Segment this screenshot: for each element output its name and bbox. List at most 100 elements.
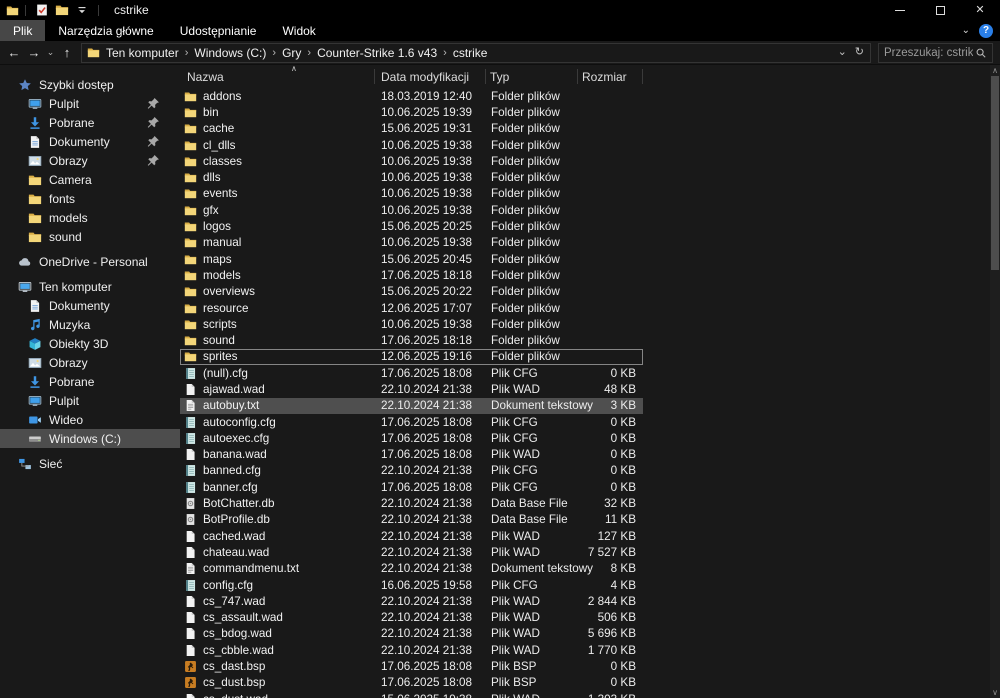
breadcrumb-segment[interactable]: Gry bbox=[280, 46, 303, 60]
file-size: 1 303 KB bbox=[578, 693, 643, 698]
tab-plik[interactable]: Plik bbox=[0, 20, 45, 41]
column-header-type[interactable]: Typ bbox=[486, 65, 578, 88]
file-row[interactable]: (null).cfg17.06.2025 18:08Plik CFG0 KB bbox=[180, 365, 643, 381]
back-button[interactable]: ← bbox=[4, 45, 24, 60]
sidebar-section-ten-komputer[interactable]: Ten komputer bbox=[0, 277, 180, 296]
file-row[interactable]: cs_assault.wad22.10.2024 21:38Plik WAD50… bbox=[180, 610, 643, 626]
file-row[interactable]: commandmenu.txt22.10.2024 21:38Dokument … bbox=[180, 561, 643, 577]
file-row[interactable]: ajawad.wad22.10.2024 21:38Plik WAD48 KB bbox=[180, 381, 643, 397]
file-row[interactable]: cs_747.wad22.10.2024 21:38Plik WAD2 844 … bbox=[180, 593, 643, 609]
qat-new-folder-button[interactable] bbox=[55, 3, 69, 17]
file-row[interactable]: classes10.06.2025 19:38Folder plików bbox=[180, 153, 643, 169]
file-row[interactable]: BotProfile.db22.10.2024 21:38Data Base F… bbox=[180, 512, 643, 528]
file-row[interactable]: models17.06.2025 18:18Folder plików bbox=[180, 267, 643, 283]
sidebar-item-obrazy[interactable]: Obrazy bbox=[0, 353, 180, 372]
file-date: 22.10.2024 21:38 bbox=[375, 530, 486, 543]
tab-widok[interactable]: Widok bbox=[269, 20, 328, 41]
file-row[interactable]: manual10.06.2025 19:38Folder plików bbox=[180, 235, 643, 251]
sidebar-item-obiekty-3d[interactable]: Obiekty 3D bbox=[0, 334, 180, 353]
sidebar-item-dokumenty[interactable]: Dokumenty bbox=[0, 296, 180, 315]
sidebar-item-windows-c-[interactable]: Windows (C:) bbox=[0, 429, 180, 448]
file-row[interactable]: banner.cfg17.06.2025 18:08Plik CFG0 KB bbox=[180, 479, 643, 495]
file-row[interactable]: sound17.06.2025 18:18Folder plików bbox=[180, 332, 643, 348]
sidebar-section-sie-[interactable]: Sieć bbox=[0, 454, 180, 473]
up-button[interactable]: ↑ bbox=[57, 45, 77, 60]
file-row[interactable]: cs_cbble.wad22.10.2024 21:38Plik WAD1 77… bbox=[180, 642, 643, 658]
refresh-icon[interactable]: ↻ bbox=[855, 47, 864, 58]
file-row[interactable]: cl_dlls10.06.2025 19:38Folder plików bbox=[180, 137, 643, 153]
search-box[interactable] bbox=[878, 43, 993, 63]
download-icon bbox=[28, 116, 42, 130]
file-row[interactable]: cached.wad22.10.2024 21:38Plik WAD127 KB bbox=[180, 528, 643, 544]
sidebar-item-sound[interactable]: sound bbox=[0, 227, 180, 246]
breadcrumb-segment[interactable]: Windows (C:) bbox=[192, 46, 268, 60]
sidebar-item-pulpit[interactable]: Pulpit bbox=[0, 391, 180, 410]
scroll-down-icon[interactable]: ∨ bbox=[990, 687, 1000, 698]
scrollbar-thumb[interactable] bbox=[991, 76, 999, 270]
column-header-date[interactable]: Data modyfikacji bbox=[375, 65, 486, 88]
maximize-button[interactable] bbox=[920, 0, 960, 20]
sidebar-item-fonts[interactable]: fonts bbox=[0, 189, 180, 208]
sidebar-item-wideo[interactable]: Wideo bbox=[0, 410, 180, 429]
breadcrumb-segment[interactable]: Ten komputer bbox=[104, 46, 181, 60]
breadcrumb-segment[interactable]: Counter-Strike 1.6 v43 bbox=[315, 46, 439, 60]
sidebar-item-obrazy[interactable]: Obrazy bbox=[0, 151, 180, 170]
forward-button[interactable]: → bbox=[24, 45, 44, 60]
help-icon[interactable]: ? bbox=[979, 24, 993, 38]
file-row[interactable]: dlls10.06.2025 19:38Folder plików bbox=[180, 169, 643, 185]
file-date: 15.06.2025 20:25 bbox=[375, 220, 486, 233]
sidebar-section-onedrive-personal[interactable]: OneDrive - Personal bbox=[0, 252, 180, 271]
breadcrumb-segment[interactable]: cstrike bbox=[451, 46, 490, 60]
file-row[interactable]: cs_dust.bsp17.06.2025 18:08Plik BSP0 KB bbox=[180, 675, 643, 691]
video-icon bbox=[28, 413, 42, 427]
recent-locations-icon[interactable]: ⌄ bbox=[44, 47, 57, 58]
file-row[interactable]: autoexec.cfg17.06.2025 18:08Plik CFG0 KB bbox=[180, 430, 643, 446]
sidebar-item-muzyka[interactable]: Muzyka bbox=[0, 315, 180, 334]
file-row[interactable]: gfx10.06.2025 19:38Folder plików bbox=[180, 202, 643, 218]
address-dropdown-icon[interactable]: ⌄ bbox=[838, 47, 847, 58]
close-button[interactable]: ✕ bbox=[960, 0, 1000, 20]
file-row[interactable]: cache15.06.2025 19:31Folder plików bbox=[180, 121, 643, 137]
tab-narz-dzia-g-wne[interactable]: Narzędzia główne bbox=[45, 20, 166, 41]
column-header-name[interactable]: Nazwa ∧ bbox=[183, 65, 375, 88]
file-row[interactable]: sprites12.06.2025 19:16Folder plików bbox=[180, 349, 643, 365]
sidebar-item-dokumenty[interactable]: Dokumenty bbox=[0, 132, 180, 151]
file-row[interactable]: cs_dust.wad15.06.2025 19:38Plik WAD1 303… bbox=[180, 691, 643, 698]
sidebar-item-pobrane[interactable]: Pobrane bbox=[0, 113, 180, 132]
file-row[interactable]: resource12.06.2025 17:07Folder plików bbox=[180, 300, 643, 316]
minimize-button[interactable] bbox=[880, 0, 920, 20]
file-row[interactable]: autoconfig.cfg17.06.2025 18:08Plik CFG0 … bbox=[180, 414, 643, 430]
search-input[interactable] bbox=[879, 47, 975, 59]
file-row[interactable]: BotChatter.db22.10.2024 21:38Data Base F… bbox=[180, 495, 643, 511]
file-row[interactable]: addons18.03.2019 12:40Folder plików bbox=[180, 88, 643, 104]
address-bar[interactable]: Ten komputer›Windows (C:)›Gry›Counter-St… bbox=[81, 43, 871, 63]
column-header-size[interactable]: Rozmiar bbox=[578, 65, 643, 88]
sidebar-item-camera[interactable]: Camera bbox=[0, 170, 180, 189]
file-row[interactable]: overviews15.06.2025 20:22Folder plików bbox=[180, 284, 643, 300]
chevron-down-icon[interactable]: ⌄ bbox=[962, 26, 970, 36]
qat-customize-button[interactable] bbox=[75, 3, 89, 17]
sidebar-item-pulpit[interactable]: Pulpit bbox=[0, 94, 180, 113]
file-row[interactable]: scripts10.06.2025 19:38Folder plików bbox=[180, 316, 643, 332]
file-row[interactable]: banana.wad17.06.2025 18:08Plik WAD0 KB bbox=[180, 447, 643, 463]
file-row[interactable]: chateau.wad22.10.2024 21:38Plik WAD7 527… bbox=[180, 544, 643, 560]
tab-udost-pnianie[interactable]: Udostępnianie bbox=[167, 20, 270, 41]
file-row[interactable]: maps15.06.2025 20:45Folder plików bbox=[180, 251, 643, 267]
file-row[interactable]: bin10.06.2025 19:39Folder plików bbox=[180, 104, 643, 120]
file-date: 17.06.2025 18:08 bbox=[375, 432, 486, 445]
file-row[interactable]: events10.06.2025 19:38Folder plików bbox=[180, 186, 643, 202]
scroll-up-icon[interactable]: ∧ bbox=[990, 65, 1000, 76]
file-row[interactable]: cs_dast.bsp17.06.2025 18:08Plik BSP0 KB bbox=[180, 658, 643, 674]
search-icon[interactable] bbox=[975, 47, 987, 59]
qat-properties-button[interactable] bbox=[35, 3, 49, 17]
file-date: 10.06.2025 19:38 bbox=[375, 204, 486, 217]
sidebar-item-models[interactable]: models bbox=[0, 208, 180, 227]
file-row[interactable]: config.cfg16.06.2025 19:58Plik CFG4 KB bbox=[180, 577, 643, 593]
vertical-scrollbar[interactable]: ∧ ∨ bbox=[990, 65, 1000, 698]
file-row[interactable]: autobuy.txt22.10.2024 21:38Dokument teks… bbox=[180, 398, 643, 414]
file-row[interactable]: logos15.06.2025 20:25Folder plików bbox=[180, 218, 643, 234]
file-row[interactable]: banned.cfg22.10.2024 21:38Plik CFG0 KB bbox=[180, 463, 643, 479]
sidebar-item-pobrane[interactable]: Pobrane bbox=[0, 372, 180, 391]
file-row[interactable]: cs_bdog.wad22.10.2024 21:38Plik WAD5 696… bbox=[180, 626, 643, 642]
sidebar-section-szybki-dost-p[interactable]: Szybki dostęp bbox=[0, 75, 180, 94]
